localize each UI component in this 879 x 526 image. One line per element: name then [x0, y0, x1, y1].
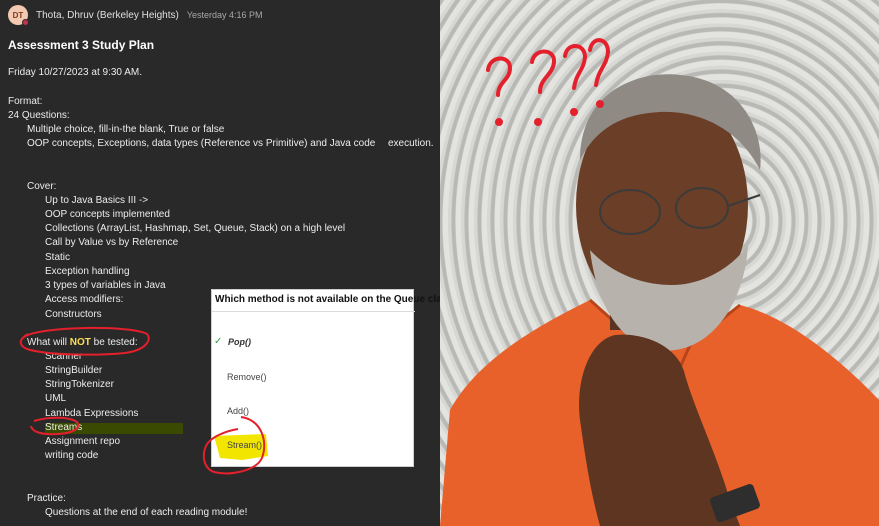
- not-tested-item: Streams: [45, 422, 83, 433]
- not-tested-suffix: be tested:: [90, 337, 138, 348]
- not-tested-item: StringTokenizer: [45, 379, 114, 390]
- not-tested-item: Scanner: [45, 351, 83, 362]
- quiz-divider: [212, 311, 415, 312]
- cover-item: Static: [45, 252, 71, 263]
- video-feed-tile: ? ? ? ?: [440, 0, 879, 526]
- cover-item: Exception handling: [45, 266, 130, 277]
- chat-message-panel: DT Thota, Dhruv (Berkeley Heights) Yeste…: [0, 0, 440, 526]
- not-tested-prefix: What will: [27, 337, 70, 348]
- format-item: execution.: [388, 138, 434, 149]
- quiz-option-remove[interactable]: Remove(): [227, 372, 267, 382]
- quiz-question: Which method is not available on the Que…: [215, 294, 440, 305]
- sender-name[interactable]: Thota, Dhruv (Berkeley Heights): [36, 10, 179, 21]
- cover-item: OOP concepts implemented: [45, 209, 170, 220]
- cover-item: Access modifiers:: [45, 294, 124, 305]
- question-marks-annotation: [486, 38, 611, 126]
- not-tested-item: writing code: [45, 450, 99, 461]
- quiz-option-pop[interactable]: Pop(): [228, 337, 251, 347]
- presence-status-icon: [22, 19, 29, 26]
- not-emphasis: NOT: [69, 337, 91, 348]
- format-label: Format:: [8, 96, 43, 107]
- not-tested-item: UML: [45, 393, 67, 404]
- not-tested-heading: What will NOT be tested:: [27, 337, 138, 349]
- sender-avatar[interactable]: DT: [8, 5, 29, 26]
- message-timestamp: Yesterday 4:16 PM: [186, 10, 263, 20]
- practice-label: Practice:: [27, 493, 66, 504]
- participant-video: [440, 38, 879, 526]
- date-line: Friday 10/27/2023 at 9:30 AM.: [8, 67, 142, 78]
- cover-item: Call by Value vs by Reference: [45, 237, 179, 248]
- not-tested-item: StringBuilder: [45, 365, 103, 376]
- cover-item: Up to Java Basics III ->: [45, 195, 149, 206]
- questions-label: 24 Questions:: [8, 110, 70, 121]
- checkmark-icon: ✓: [214, 336, 223, 347]
- message-header: DT Thota, Dhruv (Berkeley Heights) Yeste…: [8, 4, 263, 26]
- practice-item: Questions at the end of each reading mod…: [45, 507, 248, 518]
- not-tested-item: Lambda Expressions: [45, 408, 139, 419]
- cover-item: Constructors: [45, 309, 102, 320]
- format-item: OOP concepts, Exceptions, data types (Re…: [27, 138, 376, 149]
- cover-item: 3 types of variables in Java: [45, 280, 166, 291]
- format-item: Multiple choice, fill-in-the blank, True…: [27, 124, 225, 135]
- cover-item: Collections (ArrayList, Hashmap, Set, Qu…: [45, 223, 346, 234]
- not-tested-item: Assignment repo: [45, 436, 121, 447]
- avatar-initials: DT: [12, 10, 24, 20]
- quiz-option-stream[interactable]: Stream(): [227, 440, 262, 450]
- quiz-option-add[interactable]: Add(): [227, 406, 249, 416]
- message-title: Assessment 3 Study Plan: [8, 38, 155, 52]
- cover-label: Cover:: [27, 181, 57, 192]
- quiz-question-card: Which method is not available on the Que…: [211, 289, 440, 467]
